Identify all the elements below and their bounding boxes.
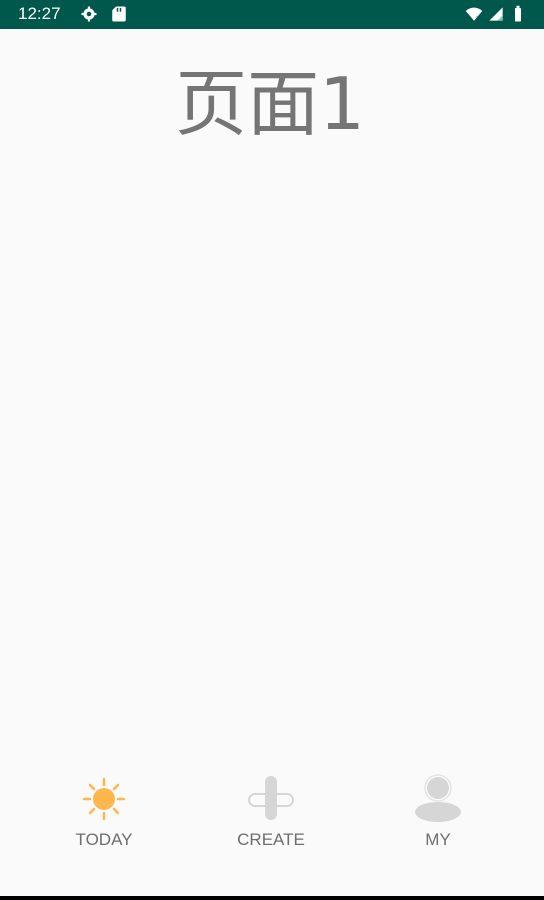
nav-item-today[interactable]: TODAY — [34, 765, 174, 865]
nav-item-create[interactable]: CREATE — [201, 765, 341, 865]
wifi-icon: x — [465, 7, 483, 22]
signal-icon — [489, 7, 503, 21]
page-title: 页面1 — [175, 62, 365, 146]
bottom-navigation: TODAY CREATE MY — [0, 765, 544, 897]
battery-icon — [515, 5, 521, 22]
gear-icon — [81, 6, 97, 22]
nav-label-today: TODAY — [75, 830, 133, 849]
nav-item-my[interactable]: MY — [368, 765, 508, 865]
bottom-divider — [0, 896, 544, 900]
plus-icon — [248, 776, 294, 820]
status-bar: 12:27 x — [0, 0, 544, 29]
nav-label-my: MY — [425, 830, 451, 849]
svg-text:x: x — [476, 15, 480, 22]
nav-label-create: CREATE — [237, 830, 305, 849]
sd-card-icon — [112, 6, 126, 22]
person-icon — [415, 774, 461, 822]
sun-icon — [82, 777, 126, 821]
status-time: 12:27 — [18, 4, 61, 23]
